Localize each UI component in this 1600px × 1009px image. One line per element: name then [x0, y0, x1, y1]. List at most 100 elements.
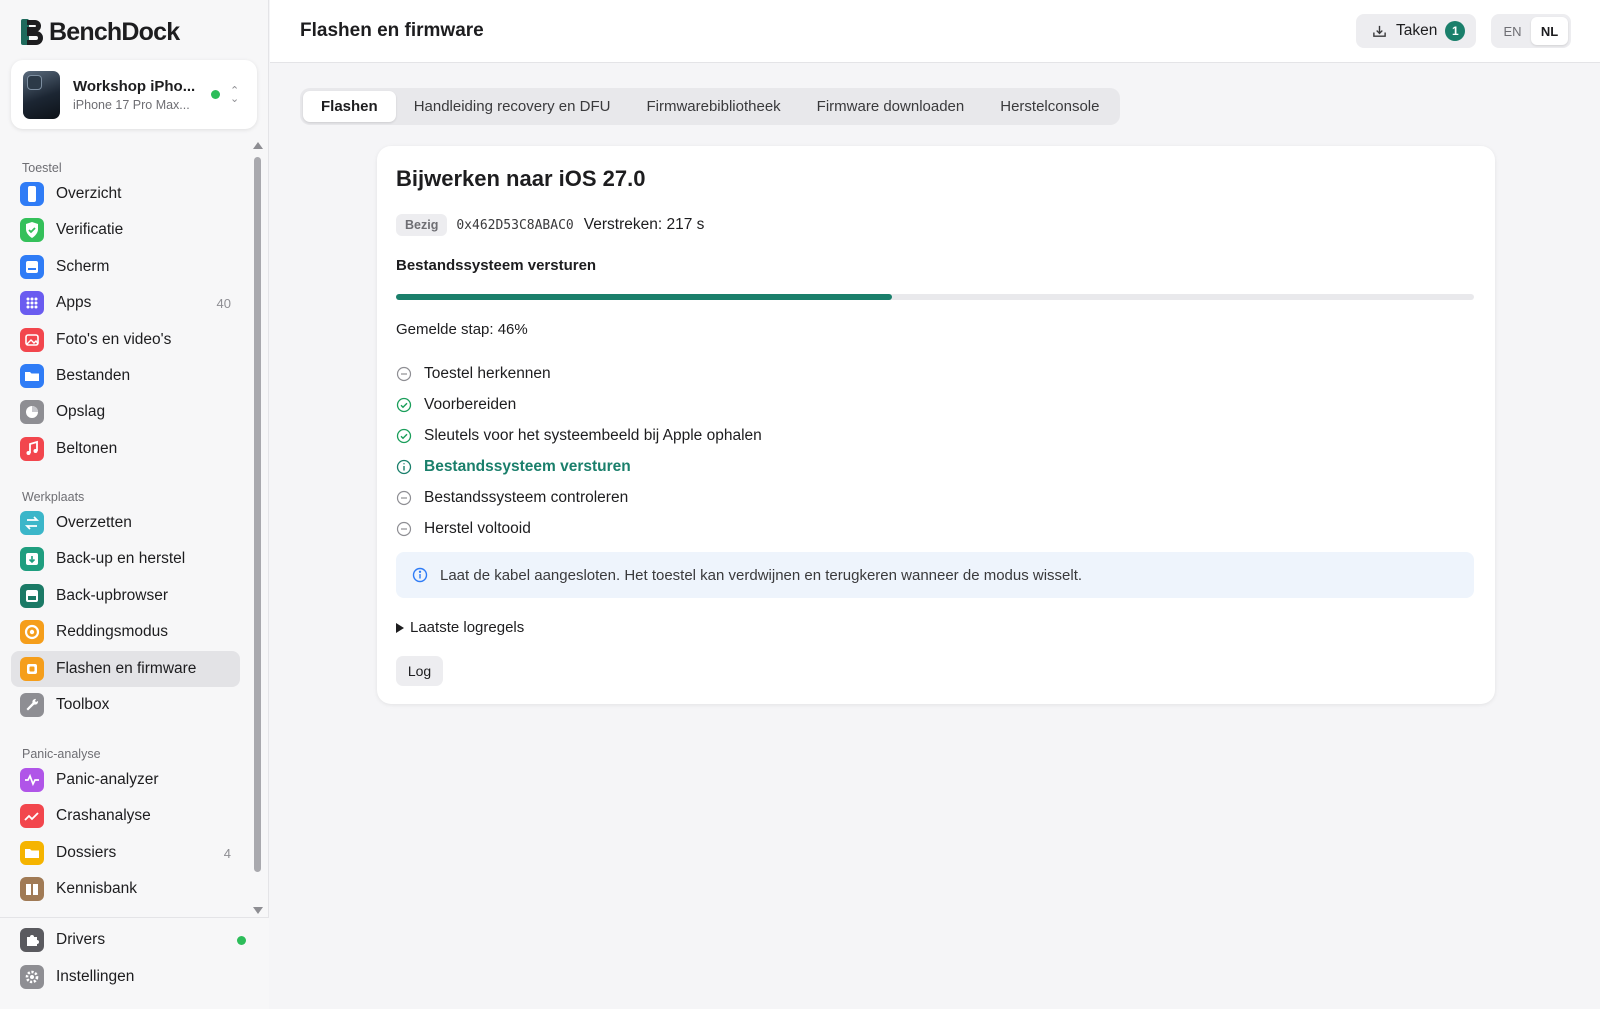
- sidebar-item-scherm[interactable]: Scherm: [11, 249, 240, 285]
- step-label: Toestel herkennen: [424, 364, 551, 382]
- step-item: Herstel voltooid: [396, 513, 762, 544]
- sidebar-item-count: 40: [216, 295, 231, 311]
- current-phase: Bestandssysteem versturen: [396, 257, 597, 274]
- scroll-down-arrow[interactable]: [253, 907, 263, 914]
- sidebar-item-kennisbank[interactable]: Kennisbank: [11, 871, 240, 907]
- tab-flashen[interactable]: Flashen: [303, 91, 396, 122]
- photo-icon: [20, 328, 44, 352]
- sidebar-item-label: Verificatie: [56, 221, 124, 238]
- gear-icon: [20, 965, 44, 989]
- sidebar-item-back-upbrowser[interactable]: Back-upbrowser: [11, 578, 240, 614]
- tab-firmware-library[interactable]: Firmwarebibliotheek: [628, 91, 798, 122]
- step-item: Bestandssysteem versturen: [396, 451, 762, 482]
- sidebar-item-reddingsmodus[interactable]: Reddingsmodus: [11, 614, 240, 650]
- connected-indicator: [211, 90, 220, 99]
- sidebar-item-overzicht[interactable]: Overzicht: [11, 176, 240, 212]
- sidebar-item-verificatie[interactable]: Verificatie: [11, 212, 240, 248]
- sidebar-item-label: Overzicht: [56, 185, 122, 202]
- sidebar-item-count: 4: [223, 845, 231, 861]
- phone-icon: [20, 182, 44, 206]
- backup-icon: [20, 547, 44, 571]
- minus-circle-icon: [396, 490, 412, 505]
- sidebar-item-label: Back-upbrowser: [56, 587, 168, 604]
- device-selector[interactable]: Workshop iPho... iPhone 17 Pro Max... ⌃ ⌄: [11, 60, 257, 129]
- lang-option-en[interactable]: EN: [1494, 17, 1531, 45]
- sidebar-item-drivers[interactable]: Drivers: [11, 922, 246, 958]
- sidebar-section-werkplaats: Werkplaats: [22, 490, 85, 504]
- grid-icon: [20, 291, 44, 315]
- sidebar-item-label: Drivers: [56, 931, 106, 948]
- step-label: Voorbereiden: [424, 395, 517, 413]
- tasks-button[interactable]: Taken 1: [1356, 14, 1476, 48]
- sidebar-item-bestanden[interactable]: Bestanden: [11, 358, 240, 394]
- step-percent: Gemelde stap: 46%: [396, 321, 528, 338]
- download-tray-icon: [1373, 25, 1386, 37]
- sidebar-item-label: Beltonen: [56, 440, 118, 457]
- wrench-icon: [20, 693, 44, 717]
- sidebar-item-apps[interactable]: Apps 40: [11, 285, 240, 321]
- step-item: Sleutels voor het systeembeeld bij Apple…: [396, 420, 762, 451]
- sidebar-item-overzetten[interactable]: Overzetten: [11, 505, 240, 541]
- sidebar-item-instellingen[interactable]: Instellingen: [11, 959, 240, 995]
- step-label: Herstel voltooid: [424, 519, 531, 537]
- sidebar-item-back-up-en-herstel[interactable]: Back-up en herstel: [11, 541, 240, 577]
- device-model: iPhone 17 Pro Max...: [73, 97, 190, 112]
- sidebar-section-toestel: Toestel: [22, 161, 62, 175]
- progress-bar: [396, 294, 1474, 300]
- sidebar-item-beltonen[interactable]: Beltonen: [11, 431, 240, 467]
- lifebuoy-icon: [20, 620, 44, 644]
- sidebar-item-label: Crashanalyse: [56, 807, 151, 824]
- flash-job-card: Bijwerken naar iOS 27.0 Bezig 0x462D53C8…: [377, 146, 1495, 704]
- sidebar-item-crashanalyse[interactable]: Crashanalyse: [11, 798, 240, 834]
- info-circle-icon: [396, 459, 412, 474]
- step-item: Voorbereiden: [396, 389, 762, 420]
- pulse-icon: [20, 768, 44, 792]
- tab-restore-console[interactable]: Herstelconsole: [982, 91, 1117, 122]
- sidebar-item-label: Foto's en video's: [56, 331, 172, 348]
- sidebar-item-label: Reddingsmodus: [56, 623, 169, 640]
- chart-icon: [20, 804, 44, 828]
- log-disclosure[interactable]: Laatste logregels: [396, 619, 524, 636]
- device-ecid: 0x462D53C8ABAC0: [456, 217, 574, 233]
- step-label: Bestandssysteem controleren: [424, 488, 629, 506]
- scroll-up-arrow[interactable]: [253, 142, 263, 149]
- sidebar-scrollbar[interactable]: [251, 139, 263, 917]
- step-label: Bestandssysteem versturen: [424, 457, 631, 475]
- step-item: Toestel herkennen: [396, 358, 762, 389]
- log-button[interactable]: Log: [396, 656, 443, 686]
- sidebar-item-opslag[interactable]: Opslag: [11, 394, 240, 430]
- shield-check-icon: [20, 218, 44, 242]
- music-icon: [20, 437, 44, 461]
- sidebar-item-panic-analyzer[interactable]: Panic-analyzer: [11, 762, 240, 798]
- page-title: Flashen en firmware: [300, 20, 484, 41]
- sidebar-item-toolbox[interactable]: Toolbox: [11, 687, 240, 723]
- language-toggle: EN NL: [1491, 14, 1571, 48]
- status-badge: Bezig: [396, 214, 448, 236]
- sidebar-item-label: Kennisbank: [56, 880, 138, 897]
- info-icon: [412, 567, 428, 583]
- check-circle-icon: [396, 397, 412, 412]
- log-disclosure-label: Laatste logregels: [410, 619, 525, 636]
- step-item: Bestandssysteem controleren: [396, 482, 762, 513]
- lang-option-nl[interactable]: NL: [1531, 17, 1568, 45]
- sidebar-item-flashen-en-firmware[interactable]: Flashen en firmware: [11, 651, 240, 687]
- minus-circle-icon: [396, 521, 412, 536]
- tab-recovery-dfu-guide[interactable]: Handleiding recovery en DFU: [396, 91, 629, 122]
- sidebar-item-label: Panic-analyzer: [56, 771, 159, 788]
- check-circle-icon: [396, 428, 412, 443]
- driver-status-dot: [237, 935, 246, 945]
- sidebar-item-label: Overzetten: [56, 514, 132, 531]
- sidebar-item-dossiers[interactable]: Dossiers 4: [11, 835, 240, 871]
- tab-firmware-download[interactable]: Firmware downloaden: [799, 91, 983, 122]
- scroll-thumb[interactable]: [254, 157, 261, 872]
- transfer-icon: [20, 511, 44, 535]
- disclosure-triangle-icon: [396, 622, 404, 633]
- info-banner: Laat de kabel aangesloten. Het toestel k…: [396, 552, 1474, 598]
- sidebar-nav: Toestel Overzicht Verificatie Scherm Apps 40 F…: [0, 139, 250, 917]
- sidebar-item-label: Dossiers: [56, 844, 117, 861]
- sidebar-item-label: Toolbox: [56, 696, 110, 713]
- tasks-label: Taken: [1396, 22, 1438, 39]
- app-logo[interactable]: BenchDock: [21, 18, 180, 46]
- sidebar-item-label: Bestanden: [56, 367, 131, 384]
- sidebar-item-foto-s-en-video-s[interactable]: Foto's en video's: [11, 322, 240, 358]
